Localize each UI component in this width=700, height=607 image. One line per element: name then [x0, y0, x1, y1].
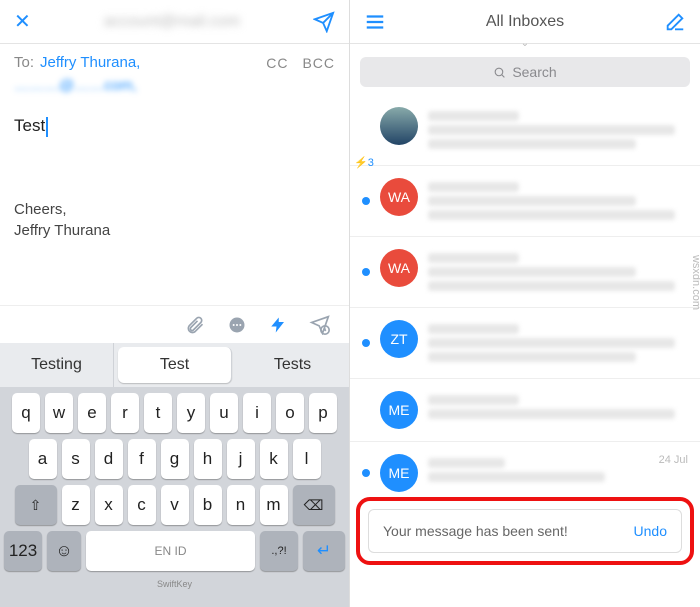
key-y[interactable]: y — [177, 393, 205, 433]
key-row-2: asdfghjkl — [0, 433, 349, 479]
to-row[interactable]: To: Jeffry Thurana, CC BCC — [0, 44, 349, 77]
shift-key[interactable]: ⇧ — [15, 485, 57, 525]
list-item[interactable]: ⚡3 — [350, 95, 700, 166]
body-text: Test — [14, 116, 45, 135]
list-item[interactable]: WA — [350, 237, 700, 308]
undo-button[interactable]: Undo — [634, 523, 667, 539]
signature: Cheers, Jeffry Thurana — [0, 199, 349, 241]
unread-dot — [362, 339, 370, 347]
unread-dot — [362, 469, 370, 477]
compose-pane: ✕ account@mail.com To: Jeffry Thurana, C… — [0, 0, 350, 607]
suggestion-3[interactable]: Tests — [236, 343, 349, 387]
watermark: wsxdn.com — [690, 254, 700, 309]
return-key[interactable]: ↵ — [303, 531, 345, 571]
unread-dot — [362, 268, 370, 276]
quick-reply-icon[interactable] — [227, 315, 247, 335]
search-placeholder: Search — [512, 64, 556, 80]
key-o[interactable]: o — [276, 393, 304, 433]
key-l[interactable]: l — [293, 439, 321, 479]
list-item[interactable]: ME — [350, 379, 700, 442]
send-later-icon[interactable] — [309, 315, 331, 335]
key-row-3: ⇧ zxcvbnm⌫ — [0, 479, 349, 525]
compose-icon[interactable] — [664, 11, 686, 33]
cc-button[interactable]: CC — [266, 55, 288, 71]
key-x[interactable]: x — [95, 485, 123, 525]
key-w[interactable]: w — [45, 393, 73, 433]
list-item[interactable]: ME 24 Jul — [350, 442, 700, 504]
highlight-annotation: Your message has been sent! Undo — [356, 497, 694, 565]
unread-dot — [362, 197, 370, 205]
keyboard-brand: SwiftKey — [0, 579, 349, 589]
key-f[interactable]: f — [128, 439, 156, 479]
inbox-pane: All Inboxes ⌄ Search ⚡3 WA WA ZT — [350, 0, 700, 607]
list-item[interactable]: ZT — [350, 308, 700, 379]
key-v[interactable]: v — [161, 485, 189, 525]
sent-toast: Your message has been sent! Undo — [368, 509, 682, 553]
avatar: ZT — [380, 320, 418, 358]
compose-toolbar — [0, 305, 349, 343]
compose-header: ✕ account@mail.com — [0, 0, 349, 44]
key-m[interactable]: m — [260, 485, 288, 525]
key-row-4: 123 ☺ EN ID .,?! ↵ — [0, 525, 349, 577]
key-k[interactable]: k — [260, 439, 288, 479]
to-label: To: — [14, 54, 34, 71]
key-s[interactable]: s — [62, 439, 90, 479]
key-i[interactable]: i — [243, 393, 271, 433]
message-date: 24 Jul — [659, 454, 688, 466]
email-body[interactable]: Test — [0, 102, 349, 151]
menu-icon[interactable] — [364, 11, 386, 33]
space-lang: EN ID — [154, 544, 186, 558]
backspace-key[interactable]: ⌫ — [293, 485, 335, 525]
key-row-1: qwertyuiop — [0, 387, 349, 433]
avatar: WA — [380, 249, 418, 287]
send-icon[interactable] — [313, 11, 335, 33]
suggestion-2[interactable]: Test — [118, 347, 232, 383]
space-key[interactable]: EN ID — [86, 531, 255, 571]
message-list[interactable]: ⚡3 WA WA ZT ME ME 24 Jul — [350, 95, 700, 504]
suggestion-1[interactable]: Testing — [0, 343, 114, 387]
avatar — [380, 107, 418, 145]
key-u[interactable]: u — [210, 393, 238, 433]
attach-icon[interactable] — [185, 315, 205, 335]
key-a[interactable]: a — [29, 439, 57, 479]
avatar: WA — [380, 178, 418, 216]
key-b[interactable]: b — [194, 485, 222, 525]
key-j[interactable]: j — [227, 439, 255, 479]
keyboard: Testing Test Tests qwertyuiop asdfghjkl … — [0, 343, 349, 607]
from-account[interactable]: account@mail.com — [104, 13, 240, 31]
avatar: ME — [380, 391, 418, 429]
key-e[interactable]: e — [78, 393, 106, 433]
key-q[interactable]: q — [12, 393, 40, 433]
chevron-down-icon[interactable]: ⌄ — [350, 38, 700, 49]
inbox-title[interactable]: All Inboxes — [486, 13, 564, 31]
key-g[interactable]: g — [161, 439, 189, 479]
bolt-icon[interactable] — [269, 315, 287, 335]
signature-line1: Cheers, — [14, 199, 335, 220]
key-n[interactable]: n — [227, 485, 255, 525]
text-cursor — [46, 117, 48, 137]
key-t[interactable]: t — [144, 393, 172, 433]
numbers-key[interactable]: 123 — [4, 531, 42, 571]
key-h[interactable]: h — [194, 439, 222, 479]
emoji-key[interactable]: ☺ — [47, 531, 81, 571]
recipient-chip-2[interactable]: ………@……com, — [0, 77, 349, 102]
close-icon[interactable]: ✕ — [14, 9, 31, 34]
toast-message: Your message has been sent! — [383, 523, 568, 539]
key-r[interactable]: r — [111, 393, 139, 433]
bcc-button[interactable]: BCC — [302, 55, 335, 71]
list-item[interactable]: WA — [350, 166, 700, 237]
suggestion-bar: Testing Test Tests — [0, 343, 349, 387]
key-z[interactable]: z — [62, 485, 90, 525]
avatar: ME — [380, 454, 418, 492]
recipient-chip[interactable]: Jeffry Thurana, — [40, 54, 140, 71]
punct-key[interactable]: .,?! — [260, 531, 298, 571]
search-input[interactable]: Search — [360, 57, 690, 87]
key-d[interactable]: d — [95, 439, 123, 479]
signature-line2: Jeffry Thurana — [14, 220, 335, 241]
key-p[interactable]: p — [309, 393, 337, 433]
key-c[interactable]: c — [128, 485, 156, 525]
